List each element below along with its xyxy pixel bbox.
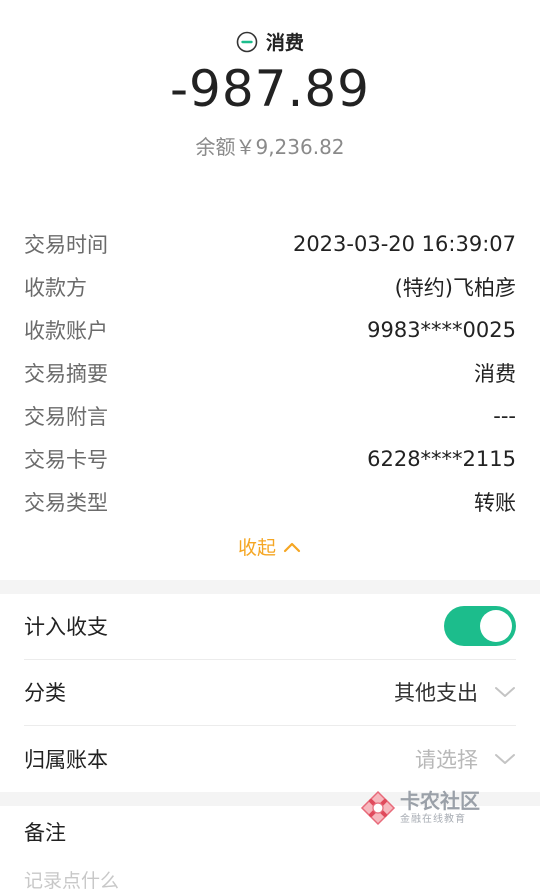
chevron-up-icon — [283, 542, 301, 552]
detail-value: 6228****2115 — [367, 446, 516, 471]
watermark-title: 卡农社区 — [400, 789, 480, 813]
detail-value: 2023-03-20 16:39:07 — [292, 231, 516, 256]
category-value: 其他支出 — [394, 681, 478, 705]
section-divider — [0, 580, 540, 594]
note-label: 备注 — [24, 821, 66, 845]
transaction-header: 消费 -987.89 余额￥9,236.82 — [0, 0, 540, 200]
detail-label: 收款方 — [24, 275, 87, 300]
watermark-subtitle: 金融在线教育 — [400, 814, 466, 825]
detail-row-time: 交易时间 2023-03-20 16:39:07 — [24, 222, 516, 265]
collapse-label: 收起 — [237, 537, 276, 559]
minus-circle-icon — [236, 31, 258, 52]
detail-label: 交易类型 — [24, 490, 108, 515]
toggle-knob — [480, 610, 512, 642]
ledger-value-group: 请选择 — [415, 744, 516, 774]
detail-label: 交易附言 — [24, 404, 108, 429]
collapse-button[interactable]: 收起 — [0, 533, 540, 560]
transaction-amount: -987.89 — [170, 60, 370, 118]
detail-row-card-number: 交易卡号 6228****2115 — [24, 437, 516, 480]
note-input[interactable]: 记录点什么 — [24, 866, 119, 893]
detail-row-summary: 交易摘要 消费 — [24, 351, 516, 394]
transaction-type: 消费 — [0, 28, 540, 55]
category-value-group: 其他支出 — [394, 677, 516, 707]
detail-value: 消费 — [474, 361, 516, 386]
detail-label: 交易摘要 — [24, 361, 108, 386]
include-in-budget-label: 计入收支 — [24, 615, 108, 639]
watermark: 卡农社区 金融在线教育 — [360, 790, 480, 826]
detail-label: 交易时间 — [24, 232, 108, 257]
category-row[interactable]: 分类 其他支出 — [24, 660, 516, 724]
detail-value: 9983****0025 — [367, 317, 516, 342]
detail-value: 转账 — [474, 490, 516, 515]
detail-row-type: 交易类型 转账 — [24, 480, 516, 523]
card-logo-icon — [360, 790, 396, 826]
detail-row-payee: 收款方 (特约)飞柏彦 — [24, 265, 516, 308]
chevron-down-icon — [495, 687, 515, 697]
detail-label: 收款账户 — [24, 318, 108, 343]
row-divider — [24, 725, 516, 726]
chevron-down-icon — [495, 754, 515, 764]
include-in-budget-toggle[interactable] — [444, 606, 516, 646]
ledger-placeholder: 请选择 — [415, 748, 478, 772]
include-in-budget-row: 计入收支 — [24, 594, 516, 658]
transaction-details: 交易时间 2023-03-20 16:39:07 收款方 (特约)飞柏彦 收款账… — [24, 222, 516, 523]
detail-value: (特约)飞柏彦 — [394, 275, 516, 300]
watermark-text: 卡农社区 金融在线教育 — [400, 791, 480, 825]
detail-label: 交易卡号 — [24, 447, 108, 472]
ledger-row[interactable]: 归属账本 请选择 — [24, 727, 516, 791]
transaction-type-label: 消费 — [265, 32, 304, 54]
detail-row-payee-account: 收款账户 9983****0025 — [24, 308, 516, 351]
detail-value: --- — [493, 403, 516, 428]
ledger-label: 归属账本 — [24, 748, 108, 772]
category-label: 分类 — [24, 681, 66, 705]
balance-text: 余额￥9,236.82 — [195, 135, 345, 159]
detail-row-memo: 交易附言 --- — [24, 394, 516, 437]
